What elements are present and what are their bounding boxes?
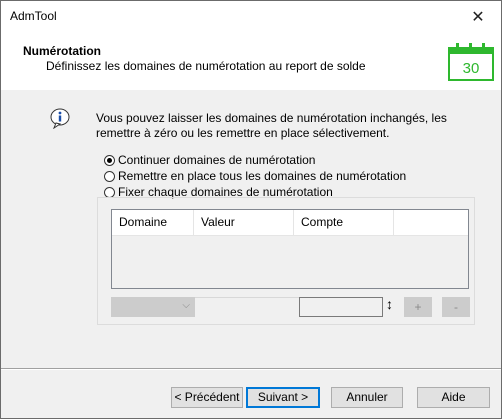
radio-dot[interactable]: [104, 170, 115, 182]
radio-dot[interactable]: [104, 186, 115, 198]
radio-continue[interactable]: Continuer domaines de numérotation: [104, 153, 315, 167]
domains-table[interactable]: Domaine Valeur Compte: [111, 209, 469, 289]
value-field[interactable]: [195, 297, 299, 317]
add-button[interactable]: +: [404, 297, 432, 317]
calendar-icon: 30: [448, 43, 494, 81]
calendar-number: 30: [463, 60, 480, 77]
window-title: AdmTool: [10, 9, 57, 23]
back-button[interactable]: < Précédent: [171, 387, 243, 408]
title-bar: AdmTool ✕: [1, 1, 501, 32]
help-button[interactable]: Aide: [417, 387, 490, 408]
column-header-domaine[interactable]: Domaine: [112, 210, 194, 235]
remove-button[interactable]: -: [442, 297, 470, 317]
header-divider: [1, 89, 501, 90]
info-text: Vous pouvez laisser les domaines de numé…: [96, 111, 447, 140]
domain-combobox[interactable]: ⌵: [111, 297, 195, 317]
chevron-down-icon: ⌵: [182, 300, 190, 311]
account-field[interactable]: [299, 297, 383, 317]
table-header: Domaine Valeur Compte: [112, 210, 468, 236]
text-cursor-icon: ↕: [386, 296, 393, 312]
radio-reset-all[interactable]: Remettre en place tous les domaines de n…: [104, 169, 406, 183]
wizard-window: AdmTool ✕ Numérotation Définissez les do…: [0, 0, 502, 419]
cancel-button[interactable]: Annuler: [331, 387, 403, 408]
footer-divider-highlight: [1, 369, 501, 370]
radio-label: Continuer domaines de numérotation: [118, 153, 316, 167]
next-button[interactable]: Suivant >: [246, 387, 320, 408]
radio-label: Remettre en place tous les domaines de n…: [118, 169, 407, 183]
column-header-valeur[interactable]: Valeur: [194, 210, 294, 235]
column-header-compte[interactable]: Compte: [294, 210, 394, 235]
radio-dot[interactable]: [104, 154, 115, 166]
close-icon[interactable]: ✕: [455, 1, 501, 32]
wizard-header: Numérotation Définissez les domaines de …: [1, 32, 501, 90]
info-icon: [50, 108, 70, 129]
page-title: Numérotation: [23, 44, 101, 58]
page-subtitle: Définissez les domaines de numérotation …: [46, 59, 366, 73]
